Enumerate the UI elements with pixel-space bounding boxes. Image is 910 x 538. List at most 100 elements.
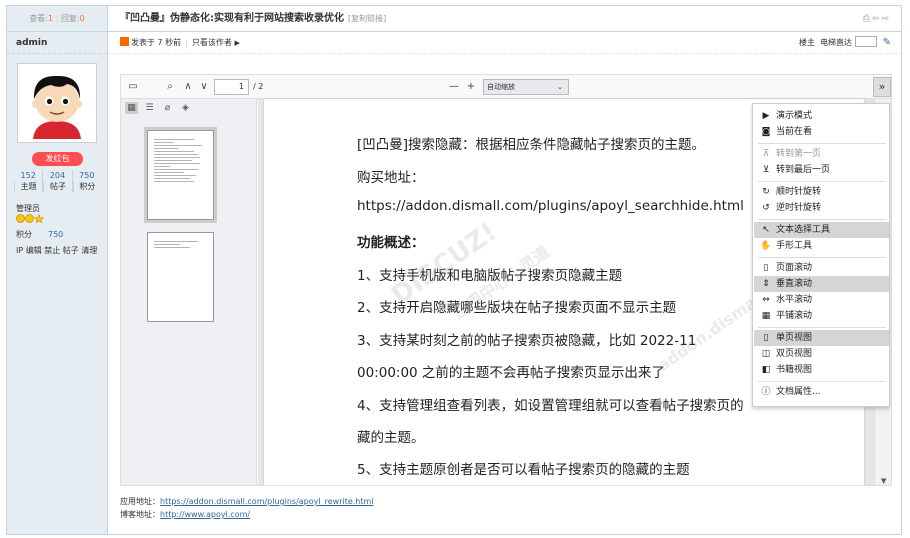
menu-first-page[interactable]: ⊼ 转到第一页 — [754, 146, 889, 162]
menu-label: 双页视图 — [776, 349, 813, 359]
thread-stats: 查看:1 | 回复:0 — [7, 6, 107, 32]
menu-separator — [758, 181, 886, 182]
post-time: 发表于 7 秒前 — [131, 38, 182, 47]
menu-single-page[interactable]: ▯ 单页视图 — [754, 330, 889, 346]
menu-label: 垂直滚动 — [776, 279, 813, 289]
menu-label: 页面滚动 — [776, 263, 813, 273]
page-thumbnail-2[interactable] — [147, 232, 214, 322]
elevator-input[interactable] — [855, 36, 878, 47]
page-heading: 功能概述： — [357, 235, 425, 251]
thumbnail-sidebar: ▦ ☰ ⌀ ◈ — [121, 99, 257, 485]
zoom-select[interactable]: 自动缩放 ⌄ — [483, 79, 569, 95]
menu-page-scroll[interactable]: ▯ 页面滚动 — [754, 260, 889, 276]
user-group[interactable]: 管理员 — [16, 203, 40, 214]
page-line: 5、支持主题原创者是否可以看帖子搜索页的隐藏的主题 — [357, 462, 690, 478]
print-icon[interactable]: ⎙ — [863, 14, 872, 24]
blog-address-link[interactable]: http://www.apoyl.com/ — [160, 510, 250, 519]
page-line: 4、支持管理组查看列表，如设置管理组就可以查看帖子搜索页的 — [357, 398, 744, 414]
post-main: 『凹凸曼』伪静态化:实现有利于网站搜索收录优化 [复制链接] ⎙⇦⇨ 发表于 7 … — [108, 6, 901, 534]
page-count: / 2 — [253, 82, 264, 91]
elevator-label: 电梯直达 — [820, 38, 853, 47]
menu-current-view[interactable]: ◙ 当前在看 — [754, 124, 889, 140]
view-label: 查看: — [29, 14, 48, 23]
blog-address-label: 博客地址： — [120, 510, 160, 519]
first-page-icon: ⊼ — [762, 149, 770, 159]
post-frame: 查看:1 | 回复:0 admin 发红包 152 主题 204 帖子 750 积分 … — [6, 5, 902, 535]
double-page-icon: ◫ — [761, 349, 771, 359]
stats-sep: | — [55, 14, 59, 23]
menu-rotate-ccw[interactable]: ↺ 逆时针旋转 — [754, 200, 889, 216]
menu-horizontal-scroll[interactable]: ⇔ 水平滚动 — [754, 292, 889, 308]
menu-doc-props[interactable]: ⓘ 文档属性... — [754, 384, 889, 400]
attachments-tab-icon[interactable]: ⌀ — [161, 102, 174, 114]
score-value: 750 — [48, 230, 64, 239]
app-address-label: 应用地址： — [120, 497, 160, 506]
stat-value: 750 — [79, 171, 95, 180]
floor-controls: 楼主 电梯直达 ✎ — [799, 32, 891, 54]
tools-menu-button[interactable]: » — [873, 77, 891, 97]
medal-icons — [16, 213, 46, 226]
page-line: 3、支持某时刻之前的帖子搜索页被隐藏，比如 2022-11 — [357, 333, 697, 349]
page-thumbnail-1[interactable] — [144, 127, 217, 223]
author-stat-credits[interactable]: 750 积分 — [71, 170, 101, 192]
menu-label: 文档属性... — [776, 387, 821, 397]
scroll-down-icon[interactable]: ▼ — [881, 477, 886, 485]
outline-tab-icon[interactable]: ☰ — [143, 102, 156, 114]
sidebar-toggle-icon[interactable]: ▭ — [125, 79, 141, 95]
menu-label: 平铺滚动 — [776, 311, 813, 321]
hand-icon: ✋ — [760, 241, 772, 251]
triangle-right-icon: ▶ — [234, 39, 240, 47]
app-address-link[interactable]: https://addon.dismall.com/plugins/apoyl_… — [160, 497, 374, 506]
menu-rotate-cw[interactable]: ↻ 顺时针旋转 — [754, 184, 889, 200]
post-footer: 应用地址：https://addon.dismall.com/plugins/a… — [120, 495, 374, 521]
zoom-out-button[interactable]: — — [447, 79, 461, 95]
author-stat-posts[interactable]: 204 帖子 — [42, 170, 71, 192]
view-count: 1 — [48, 14, 54, 23]
thumbnails-tab-icon[interactable]: ▦ — [125, 102, 138, 114]
menu-last-page[interactable]: ⊻ 转到最后一页 — [754, 162, 889, 178]
zoom-in-button[interactable]: + — [464, 79, 478, 95]
menu-book-view[interactable]: ◧ 书籍视图 — [754, 362, 889, 378]
menu-hand-tool[interactable]: ✋ 手形工具 — [754, 238, 889, 254]
page-line: 00:00:00 之前的主题不会再帖子搜索页显示出来了 — [357, 365, 665, 381]
author-stat-threads[interactable]: 152 主题 — [14, 170, 42, 192]
next-thread-icon[interactable]: ⇨ — [881, 14, 891, 24]
menu-label: 当前在看 — [776, 127, 813, 137]
menu-separator — [758, 381, 886, 382]
presentation-icon: ▶ — [762, 111, 770, 121]
wrench-icon[interactable]: ✎ — [883, 37, 891, 48]
page-line[interactable]: https://addon.dismall.com/plugins/apoyl_… — [357, 198, 744, 214]
zoom-value: 自动缩放 — [487, 83, 515, 91]
page-number-input[interactable]: 1 — [214, 79, 249, 95]
smiley-icon — [25, 214, 34, 223]
author-name[interactable]: admin — [7, 32, 107, 54]
rotate-ccw-icon: ↺ — [762, 203, 770, 213]
reply-label: 回复: — [60, 14, 80, 23]
layers-tab-icon[interactable]: ◈ — [179, 102, 192, 114]
menu-double-page[interactable]: ◫ 双页视图 — [754, 346, 889, 362]
page-line: [凹凸曼]搜索隐藏：根据相应条件隐藏帖子搜索页的主题。 — [357, 137, 706, 153]
info-icon: ⓘ — [761, 387, 771, 397]
red-packet-button[interactable]: 发红包 — [32, 152, 83, 166]
menu-label: 单页视图 — [776, 333, 813, 343]
stat-label: 帖子 — [43, 181, 71, 192]
prev-page-icon[interactable]: ∧ — [181, 79, 195, 95]
admin-actions[interactable]: IP 编辑 禁止 帖子 清理 — [16, 245, 97, 256]
stat-value: 152 — [20, 171, 36, 180]
copy-link[interactable]: [复制链接] — [348, 14, 386, 23]
menu-wrapped-scroll[interactable]: ▦ 平铺滚动 — [754, 308, 889, 324]
menu-label: 逆时针旋转 — [776, 203, 822, 213]
blog-address-row: 博客地址：http://www.apoyl.com/ — [120, 508, 374, 521]
menu-label: 转到第一页 — [776, 149, 822, 159]
next-page-icon[interactable]: ∨ — [197, 79, 211, 95]
search-icon[interactable]: ⌕ — [163, 79, 177, 95]
reply-count: 0 — [79, 14, 85, 23]
menu-presentation[interactable]: ▶ 演示模式 — [754, 108, 889, 124]
viewer-toolbar: ▭ ⌕ ∧ ∨ 1 / 2 — + 自动缩放 ⌄ » — [121, 75, 891, 99]
star-icon — [33, 213, 45, 224]
meta-sep: | — [185, 38, 188, 47]
menu-text-select[interactable]: ↖ 文本选择工具 — [754, 222, 889, 238]
menu-vertical-scroll[interactable]: ⇕ 垂直滚动 — [754, 276, 889, 292]
avatar[interactable] — [17, 63, 97, 143]
only-author-link[interactable]: 只看该作者 — [192, 38, 232, 47]
